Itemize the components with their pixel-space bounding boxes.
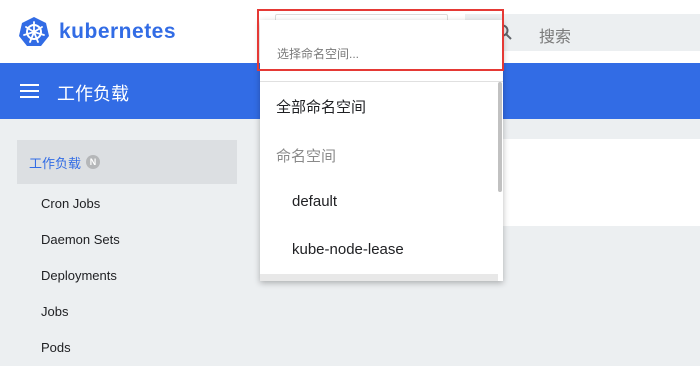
sidebar-item-pods[interactable]: Pods	[41, 340, 71, 355]
hamburger-menu-icon[interactable]	[20, 83, 39, 99]
namespace-option-kube-node-lease[interactable]: kube-node-lease	[292, 241, 404, 258]
namespaced-badge: N	[86, 155, 101, 169]
sidebar-section-label: 工作负载	[29, 155, 82, 171]
namespace-option-default[interactable]: default	[292, 193, 337, 210]
sidebar-item-jobs[interactable]: Jobs	[41, 304, 68, 319]
sidebar-item-daemon-sets[interactable]: Daemon Sets	[41, 232, 120, 247]
kubernetes-helm-icon	[19, 17, 49, 46]
namespace-option-all[interactable]: 全部命名空间	[276, 96, 366, 117]
page-title: 工作负载	[57, 84, 129, 104]
brand-name: kubernetes	[59, 20, 177, 43]
namespace-group-label: 命名空间	[276, 148, 337, 165]
kubernetes-logo[interactable]: kubernetes	[18, 16, 176, 48]
dropdown-scrollbar[interactable]	[498, 82, 502, 192]
sidebar-item-deployments[interactable]: Deployments	[41, 268, 117, 283]
highlight-box	[257, 9, 504, 71]
search-placeholder: 搜索	[539, 29, 572, 46]
sidebar-item-cron-jobs[interactable]: Cron Jobs	[41, 196, 100, 211]
sidebar-section-workloads[interactable]: 工作负载 N	[17, 140, 237, 184]
dropdown-next-option[interactable]	[260, 274, 498, 281]
